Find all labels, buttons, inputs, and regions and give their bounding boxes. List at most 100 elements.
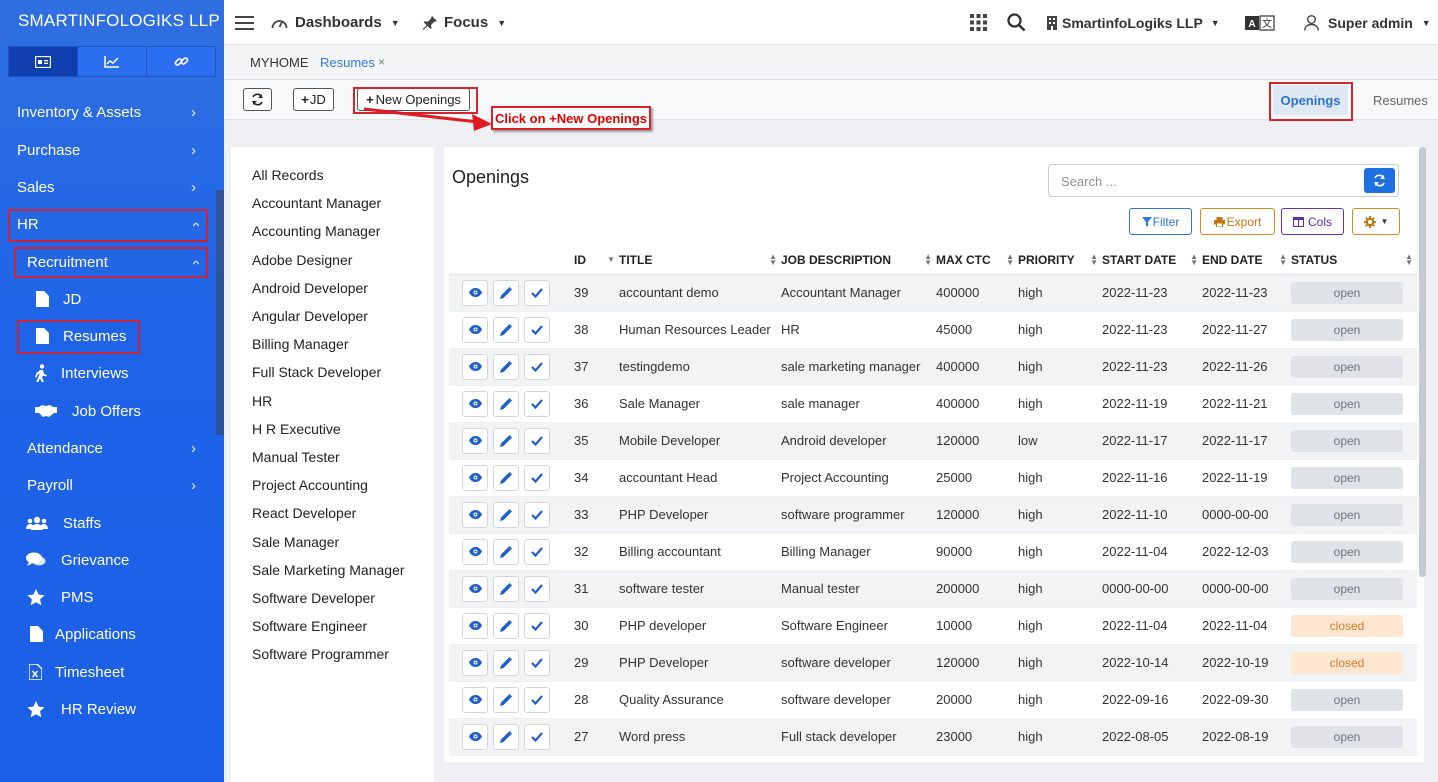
sidebar-item-inventory[interactable]: Inventory & Assets › bbox=[0, 95, 216, 129]
table-row[interactable]: 29 PHP Developer software developer 120000 h… bbox=[449, 644, 1417, 682]
sidebar-scrollbar[interactable] bbox=[216, 190, 224, 435]
category-item[interactable]: Angular Developer bbox=[252, 308, 368, 324]
sidebar-item-job-offers[interactable]: Job Offers bbox=[0, 394, 216, 428]
edit-pencil-icon[interactable] bbox=[493, 464, 519, 491]
table-row[interactable]: 32 Billing accountant Billing Manager 90000… bbox=[449, 533, 1417, 571]
approve-check-icon[interactable] bbox=[524, 686, 550, 713]
edit-pencil-icon[interactable] bbox=[493, 316, 519, 343]
approve-check-icon[interactable] bbox=[524, 353, 550, 380]
view-eye-icon[interactable] bbox=[462, 427, 488, 454]
link-icon[interactable] bbox=[147, 47, 215, 76]
col-priority[interactable]: PRIORITY ▲ ▼ bbox=[1018, 247, 1102, 275]
sidebar-item-pms[interactable]: PMS bbox=[0, 580, 216, 614]
approve-check-icon[interactable] bbox=[524, 427, 550, 454]
approve-check-icon[interactable] bbox=[524, 649, 550, 676]
sidebar-item-grievance[interactable]: Grievance bbox=[0, 543, 216, 577]
focus-menu[interactable]: Focus ▼ bbox=[422, 0, 506, 45]
category-item[interactable]: H R Executive bbox=[252, 421, 341, 437]
hamburger-menu-icon[interactable] bbox=[235, 0, 254, 45]
approve-check-icon[interactable] bbox=[524, 390, 550, 417]
category-item[interactable]: Accounting Manager bbox=[252, 223, 380, 239]
edit-pencil-icon[interactable] bbox=[493, 353, 519, 380]
table-row[interactable]: 39 accountant demo Accountant Manager 40000… bbox=[449, 274, 1417, 312]
col-title[interactable]: TITLE ▲ ▼ bbox=[619, 247, 781, 275]
breadcrumb-home[interactable]: MYHOME bbox=[250, 55, 309, 70]
edit-pencil-icon[interactable] bbox=[493, 501, 519, 528]
approve-check-icon[interactable] bbox=[524, 538, 550, 565]
category-item[interactable]: Manual Tester bbox=[252, 449, 340, 465]
edit-pencil-icon[interactable] bbox=[493, 686, 519, 713]
view-eye-icon[interactable] bbox=[462, 390, 488, 417]
table-row[interactable]: 34 accountant Head Project Accounting 25000… bbox=[449, 459, 1417, 497]
breadcrumb-resumes-tab[interactable]: Resumes bbox=[320, 55, 375, 70]
filter-button[interactable]: Filter bbox=[1129, 208, 1192, 235]
approve-check-icon[interactable] bbox=[524, 464, 550, 491]
approve-check-icon[interactable] bbox=[524, 575, 550, 602]
table-row[interactable]: 37 testingdemo sale marketing manager 40000… bbox=[449, 348, 1417, 386]
table-scrollbar[interactable] bbox=[1419, 147, 1426, 577]
close-icon[interactable]: × bbox=[378, 55, 385, 69]
approve-check-icon[interactable] bbox=[524, 279, 550, 306]
category-item[interactable]: Sale Manager bbox=[252, 534, 339, 550]
refresh-button[interactable] bbox=[243, 88, 272, 111]
category-item[interactable]: All Records bbox=[252, 167, 324, 183]
table-row[interactable]: 35 Mobile Developer Android developer 12000… bbox=[449, 422, 1417, 460]
view-eye-icon[interactable] bbox=[462, 279, 488, 306]
category-item[interactable]: Accountant Manager bbox=[252, 195, 381, 211]
table-row[interactable]: 31 software tester Manual tester 200000 high… bbox=[449, 570, 1417, 608]
category-item[interactable]: Software Engineer bbox=[252, 618, 367, 634]
edit-pencil-icon[interactable] bbox=[493, 390, 519, 417]
edit-pencil-icon[interactable] bbox=[493, 279, 519, 306]
edit-pencil-icon[interactable] bbox=[493, 427, 519, 454]
table-row[interactable]: 38 Human Resources Leader HR 45000 high 2022-… bbox=[449, 311, 1417, 349]
view-eye-icon[interactable] bbox=[462, 649, 488, 676]
table-row[interactable]: 28 Quality Assurance software developer 200… bbox=[449, 681, 1417, 719]
sidebar-item-applications[interactable]: Applications bbox=[0, 617, 216, 651]
edit-pencil-icon[interactable] bbox=[493, 575, 519, 602]
apps-grid-icon[interactable] bbox=[970, 0, 987, 45]
edit-pencil-icon[interactable] bbox=[493, 538, 519, 565]
search-refresh-button[interactable] bbox=[1364, 168, 1395, 193]
category-item[interactable]: Project Accounting bbox=[252, 477, 368, 493]
col-start-date[interactable]: START DATE ▲ ▼ bbox=[1102, 247, 1202, 275]
approve-check-icon[interactable] bbox=[524, 723, 550, 750]
company-selector[interactable]: SmartinfoLogiks LLP ▼ bbox=[1047, 0, 1220, 45]
search-icon[interactable] bbox=[1007, 0, 1026, 45]
table-row[interactable]: 27 Word press Full stack developer 23000 hig… bbox=[449, 718, 1417, 756]
export-button[interactable]: Export bbox=[1200, 208, 1275, 235]
sidebar-item-timesheet[interactable]: Timesheet bbox=[0, 655, 216, 689]
category-item[interactable]: Software Programmer bbox=[252, 646, 389, 662]
category-item[interactable]: Software Developer bbox=[252, 590, 375, 606]
category-item[interactable]: React Developer bbox=[252, 505, 356, 521]
col-id[interactable]: ID ▼ bbox=[574, 247, 619, 275]
category-item[interactable]: Adobe Designer bbox=[252, 252, 352, 268]
view-eye-icon[interactable] bbox=[462, 723, 488, 750]
columns-button[interactable]: Cols bbox=[1281, 208, 1344, 235]
sidebar-item-staffs[interactable]: Staffs bbox=[0, 506, 216, 540]
approve-check-icon[interactable] bbox=[524, 612, 550, 639]
view-eye-icon[interactable] bbox=[462, 316, 488, 343]
sidebar-item-jd[interactable]: JD bbox=[0, 282, 216, 316]
table-row[interactable]: 30 PHP developer Software Engineer 10000 hig… bbox=[449, 607, 1417, 645]
sidebar-item-payroll[interactable]: Payroll › bbox=[0, 468, 216, 502]
edit-pencil-icon[interactable] bbox=[493, 612, 519, 639]
dashboards-menu[interactable]: Dashboards ▼ bbox=[271, 0, 400, 45]
view-eye-icon[interactable] bbox=[462, 575, 488, 602]
approve-check-icon[interactable] bbox=[524, 316, 550, 343]
sidebar-item-purchase[interactable]: Purchase › bbox=[0, 133, 216, 167]
category-item[interactable]: Billing Manager bbox=[252, 336, 349, 352]
user-menu[interactable]: Super admin ▼ bbox=[1304, 0, 1431, 45]
id-card-icon[interactable] bbox=[9, 47, 78, 76]
col-job-description[interactable]: JOB DESCRIPTION ▲ ▼ bbox=[781, 247, 936, 275]
edit-pencil-icon[interactable] bbox=[493, 649, 519, 676]
category-item[interactable]: Full Stack Developer bbox=[252, 364, 381, 380]
sidebar-item-sales[interactable]: Sales › bbox=[0, 170, 216, 204]
view-eye-icon[interactable] bbox=[462, 501, 488, 528]
settings-dropdown-button[interactable]: ▼ bbox=[1352, 208, 1400, 235]
translate-icon[interactable]: A文 bbox=[1245, 0, 1275, 45]
table-row[interactable]: 36 Sale Manager sale manager 400000 high 2022… bbox=[449, 385, 1417, 423]
category-item[interactable]: Sale Marketing Manager bbox=[252, 562, 405, 578]
edit-pencil-icon[interactable] bbox=[493, 723, 519, 750]
category-item[interactable]: HR bbox=[252, 393, 272, 409]
table-row[interactable]: 33 PHP Developer software programmer 120000… bbox=[449, 496, 1417, 534]
